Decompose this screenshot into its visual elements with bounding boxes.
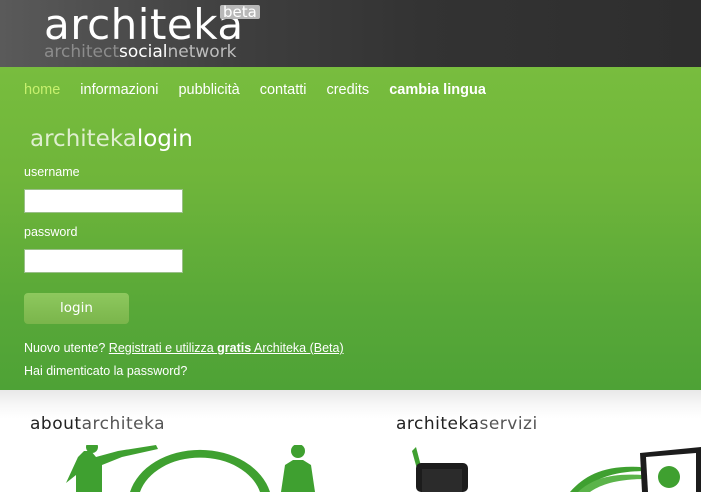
services-heading-a: architeka [396, 414, 480, 434]
login-button[interactable]: login [24, 293, 129, 324]
services-illustration [412, 447, 701, 492]
nav-contatti[interactable]: contatti [260, 81, 307, 99]
login-heading-brand: architeka [30, 126, 137, 152]
login-heading: architekalogin [30, 125, 193, 153]
about-heading-b: architeka [81, 414, 166, 434]
new-user-prefix: Nuovo utente? [24, 341, 106, 355]
info-section: aboutarchiteka architekaservizi [0, 390, 701, 492]
login-heading-word: login [136, 126, 193, 152]
password-label: password [24, 225, 78, 239]
register-link[interactable]: Registrati e utilizza gratis Architeka (… [109, 341, 344, 355]
username-label: username [24, 165, 80, 179]
services-heading: architekaservizi [396, 413, 538, 435]
main-nav: home informazioni pubblicità contatti credit… [24, 81, 506, 99]
nav-cambia-lingua[interactable]: cambia lingua [389, 81, 486, 99]
tagline-network: network [167, 42, 237, 62]
architeka-logo[interactable]: architeka beta architectsocialnetwork [44, 2, 274, 64]
about-heading-a: about [30, 414, 82, 434]
username-input[interactable] [24, 189, 183, 213]
register-link-b: Architeka (Beta) [251, 341, 344, 355]
tagline-social: social [119, 42, 168, 62]
services-heading-b: servizi [479, 414, 538, 434]
about-illustration [66, 445, 315, 492]
about-heading: aboutarchiteka [30, 413, 165, 435]
beta-badge: beta [220, 5, 260, 20]
new-user-line: Nuovo utente? Registrati e utilizza grat… [24, 341, 344, 356]
password-input[interactable] [24, 249, 183, 273]
register-link-bold: gratis [217, 341, 252, 355]
header: architeka beta architectsocialnetwork [0, 0, 701, 67]
nav-informazioni[interactable]: informazioni [80, 81, 158, 99]
tagline-architect: architect [44, 42, 120, 62]
nav-home[interactable]: home [24, 81, 60, 99]
forgot-password-link[interactable]: Hai dimenticato la password? [24, 364, 187, 379]
login-panel: home informazioni pubblicità contatti credit… [0, 67, 701, 390]
nav-pubblicita[interactable]: pubblicità [178, 81, 239, 99]
nav-credits[interactable]: credits [326, 81, 369, 99]
logo-tagline: architectsocialnetwork [44, 42, 237, 62]
register-link-a: Registrati e utilizza [108, 341, 218, 355]
